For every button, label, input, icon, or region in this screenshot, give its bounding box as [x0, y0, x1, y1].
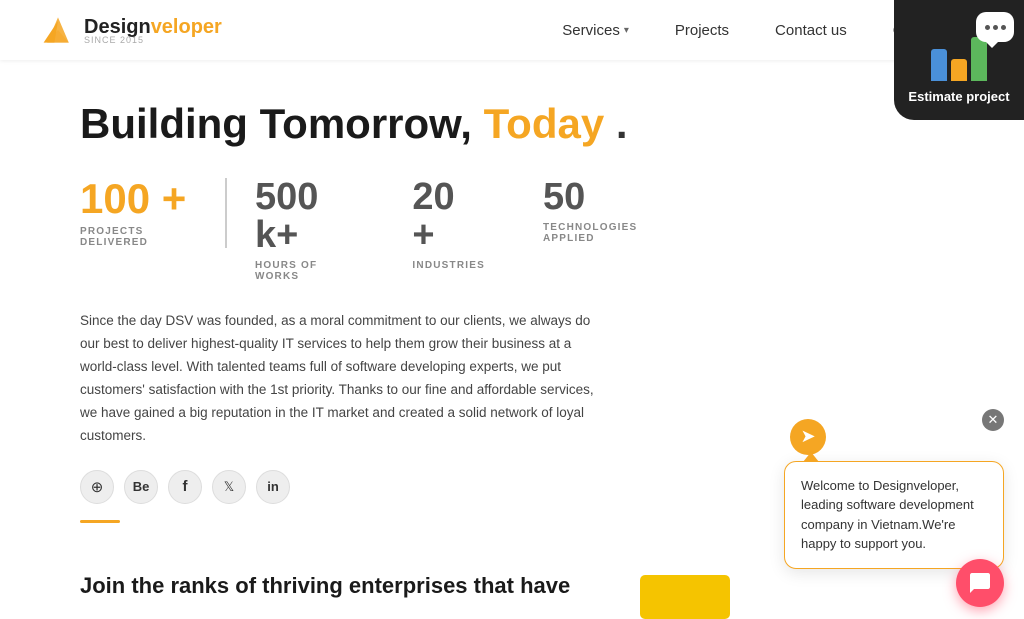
accent-underline: [80, 520, 120, 523]
chat-message-text: Welcome to Designveloper, leading softwa…: [801, 478, 974, 552]
chat-close-button[interactable]: ✕: [982, 409, 1004, 431]
social-icon-facebook[interactable]: f: [168, 470, 202, 504]
stat-technologies-number: 50: [543, 178, 670, 216]
bar-chart-bar3: [971, 37, 987, 81]
social-icon-twitter[interactable]: 𝕏: [212, 470, 246, 504]
stat-hours-number: 500 k+: [255, 178, 354, 254]
logo-text-area: Designveloper SINCE 2015: [84, 16, 222, 45]
social-icons-row: ⊕ Be f 𝕏 in: [80, 470, 700, 504]
stat-hours-label: HOURS OF WORKS: [255, 260, 354, 282]
header: Designveloper SINCE 2015 Services ▾ Proj…: [0, 0, 1024, 60]
stat-hours: 500 k+ HOURS OF WORKS: [227, 178, 384, 282]
nav-item-services[interactable]: Services ▾: [544, 14, 647, 47]
bar-chart-bar2: [951, 59, 967, 81]
logo-icon: [40, 12, 76, 48]
social-icon-dribbble[interactable]: ⊕: [80, 470, 114, 504]
logo-accent: veloper: [151, 16, 222, 38]
stat-projects: 100 + PROJECTS DELIVERED: [80, 178, 227, 248]
nav-item-contact[interactable]: Contact us: [757, 14, 865, 47]
estimate-project-button[interactable]: Estimate project: [894, 0, 1024, 120]
social-icon-behance[interactable]: Be: [124, 470, 158, 504]
stat-industries-number: 20 +: [412, 178, 485, 254]
social-icon-linkedin[interactable]: in: [256, 470, 290, 504]
chat-dots: [985, 25, 1006, 30]
headline-dot: .: [604, 100, 627, 147]
chat-fab-button[interactable]: [956, 559, 1004, 607]
hero-description: Since the day DSV was founded, as a mora…: [80, 310, 610, 448]
chat-widget: ✕ ➤ Welcome to Designveloper, leading so…: [784, 419, 1004, 569]
bar-chart-bar1: [931, 49, 947, 81]
chat-fab-icon: [968, 571, 992, 595]
stat-industries: 20 + INDUSTRIES: [384, 178, 515, 271]
stats-row: 100 + PROJECTS DELIVERED 500 k+ HOURS OF…: [80, 178, 700, 282]
headline-part1: Building Tomorrow,: [80, 100, 484, 147]
estimate-chat-bubble: [976, 12, 1014, 42]
chat-message-box: Welcome to Designveloper, leading softwa…: [784, 461, 1004, 569]
chat-arrow-icon: ➤: [790, 419, 826, 455]
estimate-label: Estimate project: [908, 89, 1009, 106]
cta-button[interactable]: [640, 575, 730, 619]
nav-item-projects[interactable]: Projects: [657, 14, 747, 47]
stat-industries-label: INDUSTRIES: [412, 260, 485, 271]
estimate-illustration: [931, 37, 987, 81]
main-content: Building Tomorrow, Today . 100 + PROJECT…: [0, 60, 760, 553]
stat-projects-number: 100 +: [80, 178, 195, 220]
stat-technologies-label: TECHNOLOGIES APPLIED: [543, 222, 670, 244]
chevron-down-icon: ▾: [624, 25, 629, 36]
headline-today: Today: [484, 100, 605, 147]
stat-projects-label: PROJECTS DELIVERED: [80, 226, 195, 248]
hero-headline: Building Tomorrow, Today .: [80, 100, 700, 148]
logo[interactable]: Designveloper SINCE 2015: [40, 12, 222, 48]
stat-technologies: 50 TECHNOLOGIES APPLIED: [515, 178, 700, 244]
join-text: Join the ranks of thriving enterprises t…: [80, 573, 570, 598]
